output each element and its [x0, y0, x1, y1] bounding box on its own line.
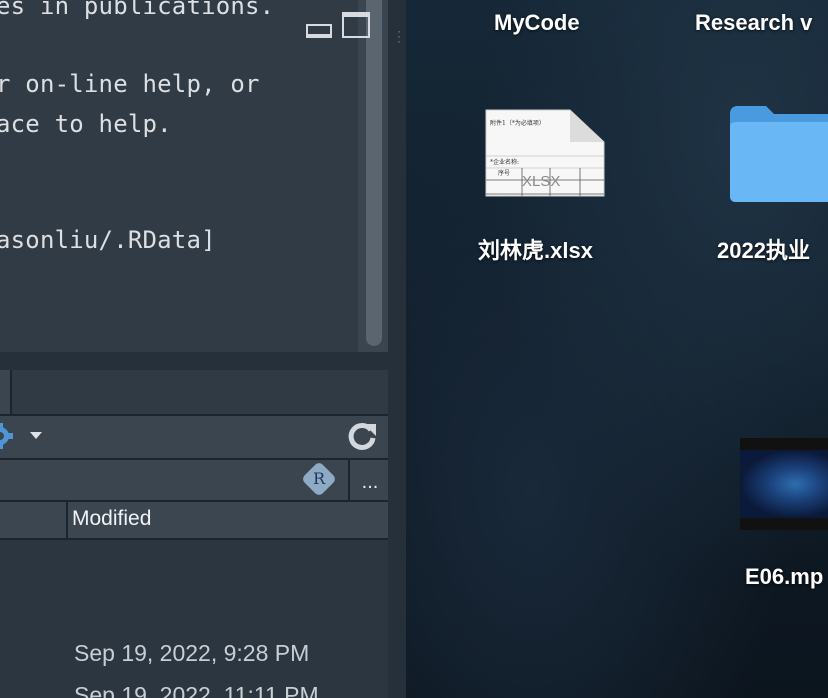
column-header-modified[interactable]: Modified	[72, 507, 151, 531]
files-toolbar	[0, 416, 388, 460]
files-pane-tab[interactable]	[0, 370, 12, 414]
refresh-icon[interactable]	[346, 420, 378, 452]
modified-cell: Sep 19, 2022, 9:28 PM	[74, 640, 310, 666]
modified-cell: Sep 19, 2022, 11:11 PM	[74, 682, 319, 698]
console-line: ace to help.	[0, 110, 172, 138]
console-line: es in publications.	[0, 0, 275, 20]
video-file-icon[interactable]	[740, 438, 828, 530]
xlsx-thumb-company: *企业名称:	[490, 158, 519, 166]
console-line: r on-line help, or	[0, 70, 260, 98]
gear-icon[interactable]	[0, 422, 18, 450]
files-pane-tabbar	[0, 370, 388, 416]
xlsx-thumb-index: 序号	[498, 169, 510, 177]
maximize-pane-button[interactable]	[342, 12, 370, 38]
console-scrollbar-thumb[interactable]	[366, 0, 382, 346]
rstudio-window: es in publications. r on-line help, or a…	[0, 0, 406, 698]
console-line: asonliu/.RData]	[0, 226, 216, 254]
chevron-down-icon[interactable]	[30, 432, 42, 440]
r-icon-letter: R	[312, 469, 326, 489]
path-divider	[348, 460, 350, 500]
pane-splitter-vertical[interactable]	[388, 0, 406, 698]
desktop-item-label[interactable]: Research v	[695, 10, 812, 36]
xlsx-badge-text: XLSX	[522, 173, 560, 190]
file-list: Sep 19, 2022, 9:28 PM Sep 19, 2022, 11:1…	[0, 540, 388, 698]
more-options-button[interactable]: ...	[352, 470, 388, 498]
pane-splitter-horizontal[interactable]	[0, 352, 392, 370]
xlsx-thumb-title: 附件1（*为必填项）	[490, 119, 545, 127]
xlsx-file-icon[interactable]: 附件1（*为必填项） *企业名称: 序号 XLSX	[484, 108, 606, 198]
minimize-pane-button[interactable]	[306, 24, 332, 38]
console-pane[interactable]: es in publications. r on-line help, or a…	[0, 0, 388, 352]
column-divider[interactable]	[66, 502, 68, 540]
file-table-header	[0, 502, 388, 540]
desktop-item-label[interactable]: E06.mp	[745, 564, 823, 590]
splitter-grip-icon: ⋮	[392, 28, 406, 44]
folder-icon[interactable]	[726, 102, 828, 204]
desktop-item-label[interactable]: 刘林虎.xlsx	[478, 233, 593, 265]
desktop-item-label[interactable]: 2022执业	[717, 233, 810, 265]
desktop-item-label[interactable]: MyCode	[494, 10, 580, 36]
